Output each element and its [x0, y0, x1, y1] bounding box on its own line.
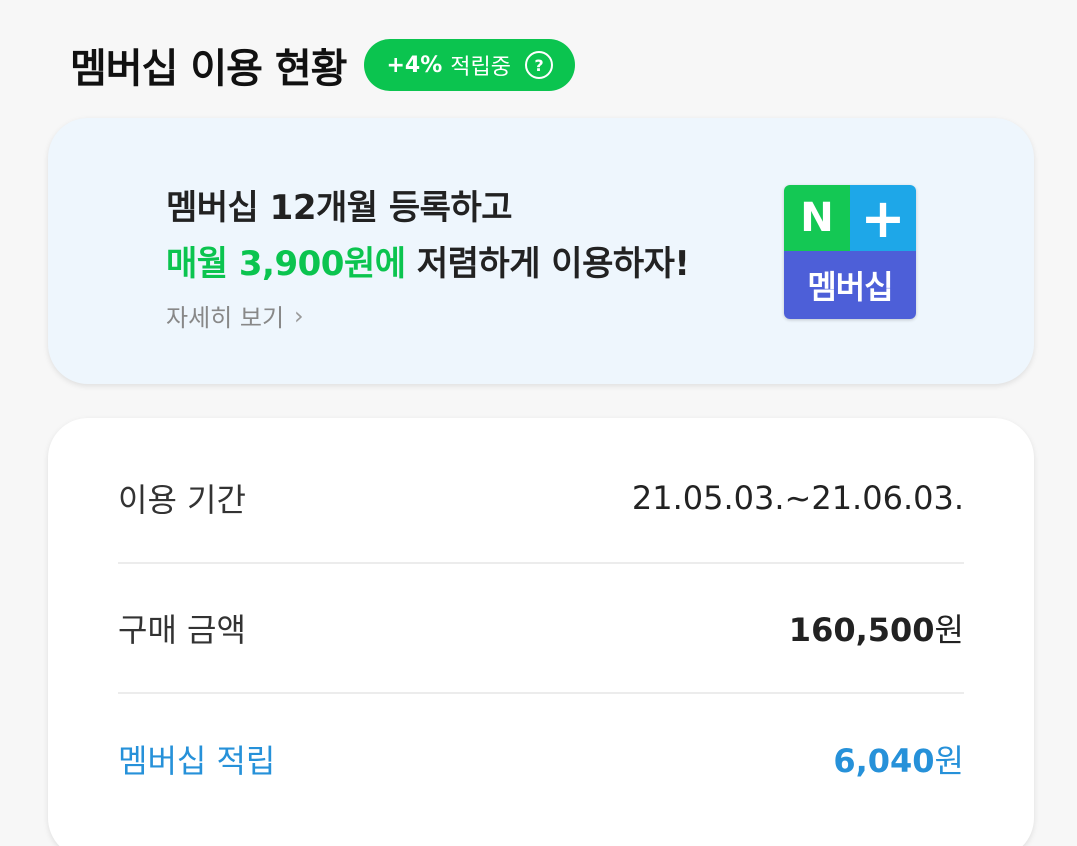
reward-badge-label: 적립중 [450, 55, 511, 80]
logo-membership-text: 멤버십 [784, 251, 916, 319]
purchase-amount-value: 160,500원 [789, 605, 964, 651]
membership-reward-unit: 원 [934, 742, 964, 780]
header: 멤버십 이용 현황 +4% 적립중 ? [70, 36, 575, 94]
period-value: 21.05.03.~21.06.03. [631, 479, 964, 517]
page-title: 멤버십 이용 현황 [70, 46, 347, 92]
see-details-link[interactable]: 자세히 보기 › [166, 298, 304, 333]
purchase-amount-row: 구매 금액 160,500원 [118, 564, 964, 694]
membership-reward-number: 6,040 [833, 742, 935, 780]
membership-info-card: 이용 기간 21.05.03.~21.06.03. 구매 금액 160,500원… [48, 418, 1034, 846]
membership-reward-value: 6,040원 [833, 736, 964, 782]
promo-price-highlight: 매월 3,900원에 [166, 244, 406, 284]
membership-status-page: 멤버십 이용 현황 +4% 적립중 ? 멤버십 12개월 등록하고 매월 3,9… [0, 0, 1077, 846]
purchase-amount-label: 구매 금액 [118, 611, 246, 649]
promo-subheadline-rest: 저렴하게 이용하자! [405, 244, 690, 284]
promo-banner[interactable]: 멤버십 12개월 등록하고 매월 3,900원에 저렴하게 이용하자! 자세히 … [48, 118, 1034, 384]
period-label: 이용 기간 [118, 481, 246, 519]
logo-plus: + [850, 185, 916, 251]
membership-reward-label: 멤버십 적립 [118, 742, 276, 780]
reward-badge: +4% 적립중 ? [364, 39, 575, 91]
logo-n: N [784, 185, 850, 251]
period-row: 이용 기간 21.05.03.~21.06.03. [118, 434, 964, 564]
see-details-label: 자세히 보기 [166, 304, 285, 332]
membership-reward-row: 멤버십 적립 6,040원 [118, 694, 964, 824]
promo-headline: 멤버십 12개월 등록하고 [166, 188, 513, 228]
reward-percent: +4% [386, 52, 443, 78]
naver-plus-membership-logo: N + 멤버십 [784, 185, 916, 319]
purchase-amount-number: 160,500 [788, 611, 935, 649]
chevron-right-icon: › [294, 301, 304, 330]
promo-subheadline: 매월 3,900원에 저렴하게 이용하자! [166, 236, 690, 285]
purchase-amount-unit: 원 [934, 611, 964, 649]
question-circle-icon[interactable]: ? [524, 51, 553, 79]
